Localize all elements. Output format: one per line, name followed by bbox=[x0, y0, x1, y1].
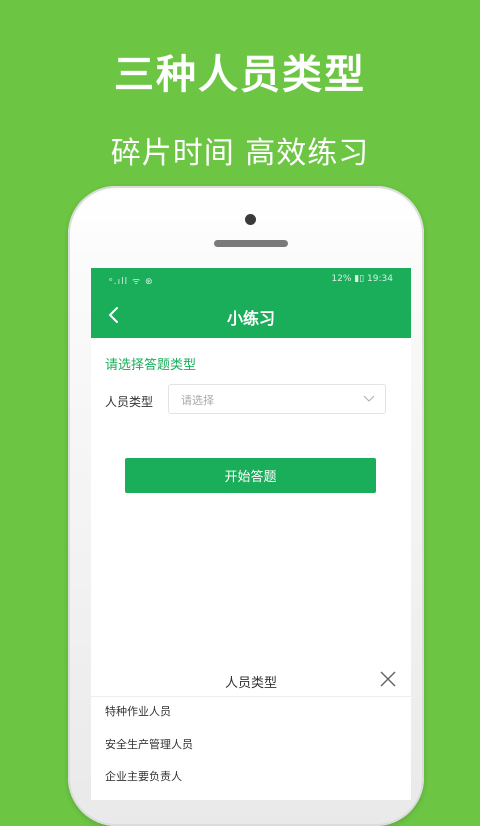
option-special-operations[interactable]: 特种作业人员 bbox=[105, 701, 395, 723]
phone-screen: ᵉ.ıll ᯤ ⊛ 12% ▮▯ 19:34 小练习 请选择答题类型 人员类型 … bbox=[91, 268, 411, 800]
page-title: 小练习 bbox=[226, 309, 275, 328]
status-bar: ᵉ.ıll ᯤ ⊛ 12% ▮▯ 19:34 bbox=[91, 268, 411, 292]
option-principal-manager[interactable]: 企业主要负责人 bbox=[105, 766, 395, 788]
promo-headline: 三种人员类型 bbox=[114, 52, 366, 98]
promo-subheadline: 碎片时间 高效练习 bbox=[110, 136, 370, 171]
nav-bar: 小练习 bbox=[91, 292, 411, 338]
chevron-down-icon bbox=[363, 395, 375, 402]
close-icon[interactable] bbox=[379, 670, 397, 688]
speaker-grille bbox=[214, 240, 288, 247]
sheet-header: 人员类型 bbox=[91, 662, 411, 697]
status-signal: ᵉ.ıll ᯤ ⊛ bbox=[109, 277, 154, 287]
section-title: 请选择答题类型 bbox=[105, 358, 197, 373]
personnel-type-label: 人员类型 bbox=[105, 395, 154, 409]
status-battery-time: 12% ▮▯ 19:34 bbox=[331, 274, 393, 284]
camera-icon bbox=[245, 214, 256, 225]
personnel-type-select[interactable]: 请选择 bbox=[168, 384, 386, 414]
option-safety-management[interactable]: 安全生产管理人员 bbox=[105, 734, 395, 756]
sheet-title: 人员类型 bbox=[224, 676, 277, 691]
select-placeholder: 请选择 bbox=[181, 394, 214, 407]
start-quiz-button[interactable]: 开始答题 bbox=[125, 458, 376, 493]
